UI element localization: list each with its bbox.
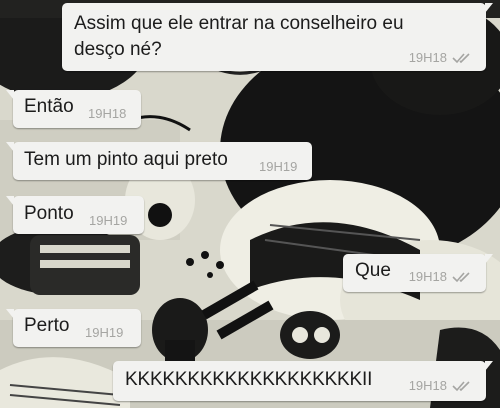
message-bubble-outgoing[interactable]: Que 19H18 bbox=[343, 254, 493, 292]
message-bubble-incoming[interactable]: Perto 19H19 bbox=[6, 309, 141, 347]
message-text: Perto bbox=[24, 315, 70, 336]
message-meta: 19H18 bbox=[88, 107, 126, 121]
double-check-icon bbox=[452, 272, 470, 283]
message-bubble-incoming[interactable]: Ponto 19H19 bbox=[6, 196, 144, 234]
message-bubble-incoming[interactable]: Então 19H18 bbox=[6, 90, 141, 128]
message-text: Assim que ele entrar na conselheiro eu bbox=[74, 13, 404, 34]
chat-screen[interactable]: Assim que ele entrar na conselheiro eu d… bbox=[0, 0, 500, 408]
message-text: Ponto bbox=[24, 203, 74, 224]
message-text: KKKKKKKKKKKKKKKKKKKII bbox=[125, 369, 373, 390]
message-time: 19H18 bbox=[88, 106, 127, 121]
message-time: 19H18 bbox=[408, 269, 447, 284]
message-text: Tem um pinto aqui preto bbox=[24, 149, 228, 170]
message-time: 19H19 bbox=[259, 159, 298, 174]
message-meta: 19H19 bbox=[259, 160, 297, 174]
message-meta: 19H18 bbox=[409, 379, 474, 393]
message-meta: 19H19 bbox=[89, 214, 127, 228]
message-time: 19H19 bbox=[85, 325, 124, 340]
double-check-icon bbox=[452, 381, 470, 392]
message-bubble-incoming[interactable]: Tem um pinto aqui preto 19H19 bbox=[6, 142, 312, 180]
message-text: desço né? bbox=[74, 39, 162, 60]
message-meta: 19H18 bbox=[409, 270, 474, 284]
message-time: 19H19 bbox=[89, 213, 128, 228]
message-bubble-outgoing[interactable]: KKKKKKKKKKKKKKKKKKKII 19H18 bbox=[113, 361, 493, 401]
message-bubble-outgoing[interactable]: Assim que ele entrar na conselheiro eu d… bbox=[62, 3, 493, 71]
message-meta: 19H19 bbox=[85, 326, 123, 340]
message-text: Que bbox=[355, 260, 391, 281]
message-text: Então bbox=[24, 96, 74, 117]
message-time: 19H18 bbox=[408, 378, 447, 393]
message-time: 19H18 bbox=[408, 50, 447, 65]
message-meta: 19H18 bbox=[409, 51, 474, 65]
double-check-icon bbox=[452, 53, 470, 64]
